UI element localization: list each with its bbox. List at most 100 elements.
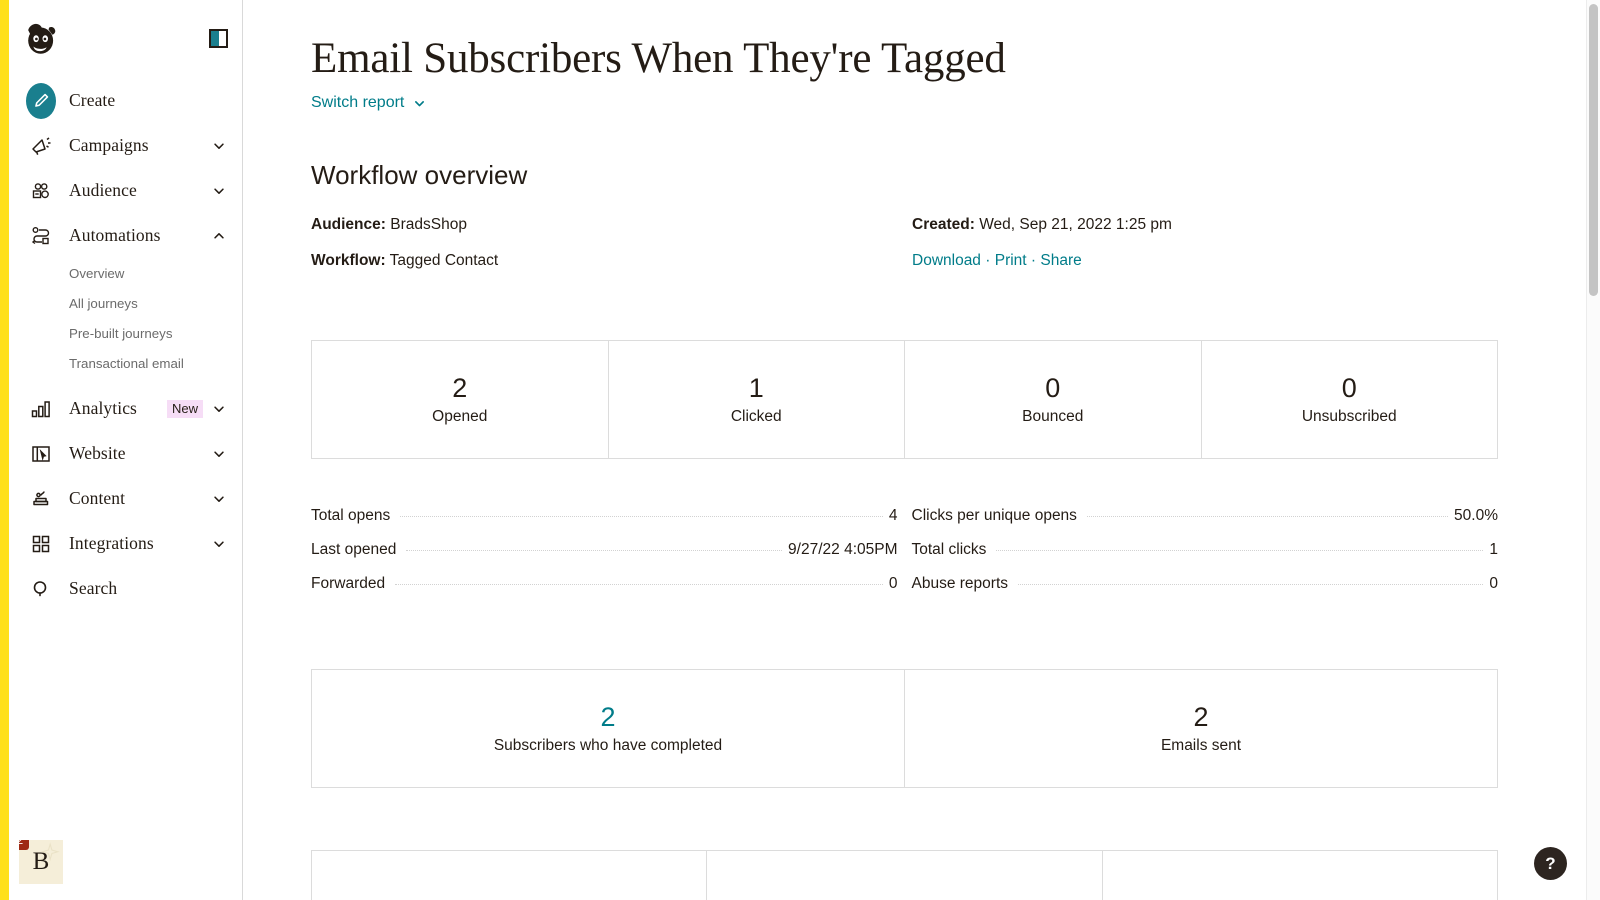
stat-card-caption: Bounced <box>1022 408 1084 426</box>
question-mark-icon: ? <box>1545 853 1556 873</box>
stat-row-clicks-per-unique-opens: Clicks per unique opens 50.0% <box>912 507 1499 541</box>
audience-value: BradsShop <box>390 216 467 234</box>
panel-toggle-left-half <box>211 30 219 46</box>
sidebar-item-analytics[interactable]: Analytics New <box>9 386 242 431</box>
help-button[interactable]: ? <box>1534 847 1567 880</box>
chevron-up-icon[interactable] <box>212 229 226 243</box>
stat-label: Abuse reports <box>911 575 1009 593</box>
stat-row-forwarded: Forwarded 0 <box>311 575 898 609</box>
sidebar-nav: Create Campaigns Audience Automations Ov… <box>9 76 242 611</box>
page-title: Email Subscribers When They're Tagged <box>311 35 1006 82</box>
additional-stat-cards-partial <box>311 850 1498 900</box>
dotted-leader <box>406 550 783 552</box>
share-link[interactable]: Share <box>1040 252 1081 269</box>
detail-stats-left: Total opens 4 Last opened 9/27/22 4:05PM… <box>311 507 898 609</box>
dotted-leader <box>400 516 883 518</box>
sidebar-item-label: Content <box>69 488 126 508</box>
stat-value: 1 <box>1489 541 1498 559</box>
created-row: Created: Wed, Sep 21, 2022 1:25 pm <box>912 217 1172 233</box>
search-icon <box>26 574 56 604</box>
sidebar-item-label: Campaigns <box>69 135 149 155</box>
brand-accent-strip <box>0 0 9 900</box>
sidebar-item-content[interactable]: Content <box>9 476 242 521</box>
sidebar-item-website[interactable]: Website <box>9 431 242 476</box>
stat-card-subscribers-completed: 2 Subscribers who have completed <box>312 670 905 788</box>
megaphone-icon <box>26 131 56 161</box>
status-badge-new: New <box>166 399 203 418</box>
stat-card-caption: Emails sent <box>1160 737 1242 755</box>
stat-card-value[interactable]: 2 <box>600 702 615 731</box>
sidebar-subitem-label: Pre-built journeys <box>69 325 173 341</box>
stat-card-caption: Unsubscribed <box>1301 408 1397 426</box>
chevron-down-icon <box>413 97 426 110</box>
chevron-down-icon[interactable] <box>212 184 226 198</box>
workflow-value: Tagged Contact <box>389 251 499 269</box>
sidebar-header <box>9 0 242 76</box>
stat-value: 0 <box>1489 575 1498 593</box>
sidebar-item-search[interactable]: Search <box>9 566 242 611</box>
sidebar-subitem-overview[interactable]: Overview <box>9 258 242 288</box>
automation-icon <box>26 221 56 251</box>
stat-label: Total opens <box>311 507 391 525</box>
sidebar-subitem-all-journeys[interactable]: All journeys <box>9 288 242 318</box>
section-title-workflow-overview: Workflow overview <box>311 160 528 191</box>
stat-card-value: 0 <box>1341 372 1357 403</box>
panel-toggle-icon[interactable] <box>209 28 228 48</box>
download-link[interactable]: Download <box>912 252 981 269</box>
workflow-label: Workflow: <box>311 251 386 269</box>
pencil-icon-wrap <box>26 82 56 119</box>
sidebar-item-label: Analytics <box>69 398 137 418</box>
audience-label: Audience: <box>311 216 386 234</box>
sidebar-item-campaigns[interactable]: Campaigns <box>9 123 242 168</box>
chevron-down-icon[interactable] <box>212 139 226 153</box>
stat-value: 9/27/22 4:05PM <box>788 541 898 559</box>
page-scrollbar[interactable] <box>1586 0 1600 900</box>
detail-stats: Total opens 4 Last opened 9/27/22 4:05PM… <box>311 507 1498 609</box>
stat-card-caption: Opened <box>432 408 488 426</box>
report-actions: Download · Print · Share <box>912 253 1172 269</box>
stat-row-total-opens: Total opens 4 <box>311 507 898 541</box>
stat-card-value: 0 <box>1045 372 1061 403</box>
engagement-stat-cards: 2 Opened 1 Clicked 0 Bounced 0 Unsubscri… <box>311 340 1498 460</box>
main-content: Email Subscribers When They're Tagged Sw… <box>243 0 1600 900</box>
avatar[interactable]: B 2 <box>19 840 63 884</box>
mailchimp-logo[interactable] <box>19 17 61 59</box>
dotted-leader <box>395 584 883 586</box>
sidebar-subitem-label: Transactional email <box>69 355 184 371</box>
people-icon <box>26 176 56 206</box>
chevron-down-icon[interactable] <box>212 447 226 461</box>
sidebar-subitem-prebuilt-journeys[interactable]: Pre-built journeys <box>9 318 242 348</box>
stat-label: Total clicks <box>911 541 987 559</box>
sidebar-item-label: Create <box>69 90 116 110</box>
stat-card-value: 1 <box>748 372 764 403</box>
stat-card-placeholder <box>312 851 708 900</box>
sidebar-item-integrations[interactable]: Integrations <box>9 521 242 566</box>
created-label: Created: <box>912 216 975 234</box>
sidebar-subitem-transactional-email[interactable]: Transactional email <box>9 348 242 378</box>
report-content: Email Subscribers When They're Tagged Sw… <box>243 0 1593 900</box>
chevron-down-icon[interactable] <box>212 492 226 506</box>
sidebar-item-audience[interactable]: Audience <box>9 168 242 213</box>
stat-label: Clicks per unique opens <box>911 507 1077 525</box>
workflow-meta: Audience: BradsShop Workflow: Tagged Con… <box>311 217 1498 288</box>
sidebar-item-create[interactable]: Create <box>9 78 242 123</box>
stat-card-emails-sent: 2 Emails sent <box>905 670 1497 788</box>
stat-row-abuse-reports: Abuse reports 0 <box>912 575 1499 609</box>
sidebar-subitem-label: All journeys <box>69 295 138 311</box>
stat-row-last-opened: Last opened 9/27/22 4:05PM <box>311 541 898 575</box>
created-value: Wed, Sep 21, 2022 1:25 pm <box>979 216 1172 234</box>
stat-card-value: 2 <box>452 372 468 403</box>
content-icon <box>26 484 56 514</box>
journey-stat-cards: 2 Subscribers who have completed 2 Email… <box>311 669 1498 789</box>
window-cursor-icon <box>26 439 56 469</box>
stat-card-clicked: 1 Clicked <box>608 341 905 459</box>
chevron-down-icon[interactable] <box>212 402 226 416</box>
sidebar-item-automations[interactable]: Automations <box>9 213 242 258</box>
switch-report-button[interactable]: Switch report <box>311 94 426 112</box>
panel-toggle-right-half <box>218 30 226 46</box>
chevron-down-icon[interactable] <box>212 537 226 551</box>
workflow-meta-right: Created: Wed, Sep 21, 2022 1:25 pm Downl… <box>912 217 1172 288</box>
separator-dot: · <box>985 251 991 269</box>
scrollbar-thumb[interactable] <box>1589 4 1598 296</box>
print-link[interactable]: Print <box>995 252 1027 269</box>
